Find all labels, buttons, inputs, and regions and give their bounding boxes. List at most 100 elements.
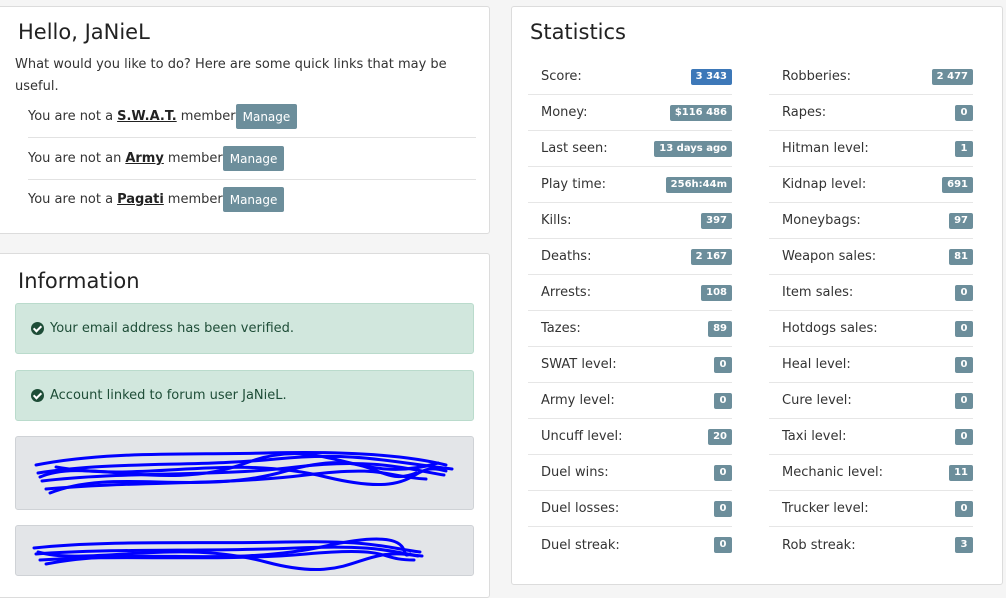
stats-right-column: Robberies: 2 477 Rapes: 0 Hitman level: 1 Kidn… [769, 59, 973, 563]
stat-row: Weapon sales: 81 [769, 239, 973, 275]
stat-row: Cure level: 0 [769, 383, 973, 419]
stat-label: Score: [541, 69, 582, 84]
stat-row: Kidnap level: 691 [769, 167, 973, 203]
quicklink-suffix: member [180, 109, 236, 124]
stat-label: Uncuff level: [541, 429, 623, 444]
quicklink-suffix: member [167, 151, 223, 166]
stat-row: Army level: 0 [528, 383, 732, 419]
stats-left-column: Score: 3 343 Money: $116 486 Last seen: 13 da… [528, 59, 732, 563]
stat-row: Duel streak: 0 [528, 527, 732, 563]
stat-label: Deaths: [541, 249, 592, 264]
stat-row: Trucker level: 0 [769, 491, 973, 527]
information-card: Information Your email address has been … [0, 253, 490, 598]
stat-value-badge: 0 [955, 356, 973, 373]
quicklink-prefix: You are not a [28, 109, 114, 124]
stat-value-badge: 0 [955, 104, 973, 121]
quicklink-prefix: You are not an [28, 151, 122, 166]
stat-row: Item sales: 0 [769, 275, 973, 311]
stat-label: Arrests: [541, 285, 592, 300]
stat-value-badge: 0 [714, 537, 732, 553]
stat-row: Heal level: 0 [769, 347, 973, 383]
stat-label: Army level: [541, 393, 615, 408]
stat-value-badge: 11 [949, 464, 973, 481]
stat-value-badge: 0 [714, 392, 732, 409]
hello-title: Hello, JaNieL [18, 20, 150, 44]
stat-value-badge: 691 [942, 176, 973, 193]
stat-row: Arrests: 108 [528, 275, 732, 311]
stat-row: Mechanic level: 11 [769, 455, 973, 491]
quicklink-pagati: You are not a Pagati member Manage [28, 179, 476, 220]
stat-label: Kills: [541, 213, 572, 228]
stat-value-badge: 108 [701, 284, 732, 301]
stat-row: Last seen: 13 days ago [528, 131, 732, 167]
alert-text: Account linked to forum user JaNieL. [50, 388, 287, 403]
pagati-link[interactable]: Pagati [117, 192, 164, 207]
stat-value-badge: 0 [955, 392, 973, 409]
information-title: Information [18, 269, 140, 293]
stat-value-badge: 0 [955, 284, 973, 301]
stat-row: Rapes: 0 [769, 95, 973, 131]
stat-label: Hotdogs sales: [782, 321, 878, 336]
army-link[interactable]: Army [125, 151, 164, 166]
stat-label: Taxi level: [782, 429, 847, 444]
alert-text: Your email address has been verified. [50, 321, 295, 336]
stat-row: Taxi level: 0 [769, 419, 973, 455]
quicklink-swat: You are not a S.W.A.T. member Manage [28, 96, 476, 138]
stat-label: Kidnap level: [782, 177, 867, 192]
stat-row: Deaths: 2 167 [528, 239, 732, 275]
stat-value-badge: 3 [955, 537, 973, 553]
stat-label: Tazes: [541, 321, 581, 336]
redaction-scribble [34, 451, 454, 495]
stat-row: Rob streak: 3 [769, 527, 973, 563]
swat-link[interactable]: S.W.A.T. [117, 109, 177, 124]
stat-row: Duel losses: 0 [528, 491, 732, 527]
stat-value-badge: 13 days ago [654, 140, 732, 157]
stat-label: Trucker level: [782, 501, 869, 516]
stat-value-badge: 397 [701, 212, 732, 229]
redaction-scribble [32, 537, 424, 571]
stat-row: Moneybags: 97 [769, 203, 973, 239]
stat-label: SWAT level: [541, 357, 617, 372]
stat-value-badge: 0 [955, 500, 973, 517]
hello-intro: What would you like to do? Here are some… [15, 57, 447, 94]
stat-label: Item sales: [782, 285, 854, 300]
stat-label: Money: [541, 105, 588, 120]
quicklink-suffix: member [167, 192, 223, 207]
stat-value-badge: 0 [714, 500, 732, 517]
stat-row: Robberies: 2 477 [769, 59, 973, 95]
forum-linked-alert: Account linked to forum user JaNieL. [15, 370, 474, 421]
stat-label: Hitman level: [782, 141, 869, 156]
stat-row: Hitman level: 1 [769, 131, 973, 167]
stat-label: Mechanic level: [782, 465, 883, 480]
manage-swat-button[interactable]: Manage [235, 104, 298, 129]
check-circle-icon [31, 389, 44, 402]
stat-value-badge: 256h:44m [665, 176, 732, 193]
stat-label: Weapon sales: [782, 249, 877, 264]
manage-pagati-button[interactable]: Manage [222, 187, 285, 212]
hello-card: Hello, JaNieL What would you like to do?… [0, 6, 490, 234]
statistics-card: Statistics Score: 3 343 Money: $116 486 Last… [511, 6, 1003, 585]
stat-label: Rapes: [782, 105, 827, 120]
stat-label: Last seen: [541, 141, 608, 156]
manage-army-button[interactable]: Manage [222, 146, 285, 171]
stat-label: Play time: [541, 177, 606, 192]
stat-value-badge: $116 486 [669, 104, 732, 121]
stat-value-badge: 2 477 [931, 68, 973, 85]
stat-label: Robberies: [782, 69, 852, 84]
stat-row: Duel wins: 0 [528, 455, 732, 491]
stat-value-badge: 3 343 [690, 68, 732, 85]
stat-value-badge: 0 [955, 320, 973, 337]
quicklink-prefix: You are not a [28, 192, 114, 207]
stat-row: Hotdogs sales: 0 [769, 311, 973, 347]
stat-row: Kills: 397 [528, 203, 732, 239]
stat-label: Cure level: [782, 393, 852, 408]
stat-label: Moneybags: [782, 213, 861, 228]
email-verified-alert: Your email address has been verified. [15, 303, 474, 354]
stat-value-badge: 81 [949, 248, 973, 265]
stat-value-badge: 2 167 [690, 248, 732, 265]
stat-row: Score: 3 343 [528, 59, 732, 95]
stat-row: Tazes: 89 [528, 311, 732, 347]
redacted-alert [15, 436, 474, 510]
stat-row: Uncuff level: 20 [528, 419, 732, 455]
stat-value-badge: 97 [949, 212, 973, 229]
